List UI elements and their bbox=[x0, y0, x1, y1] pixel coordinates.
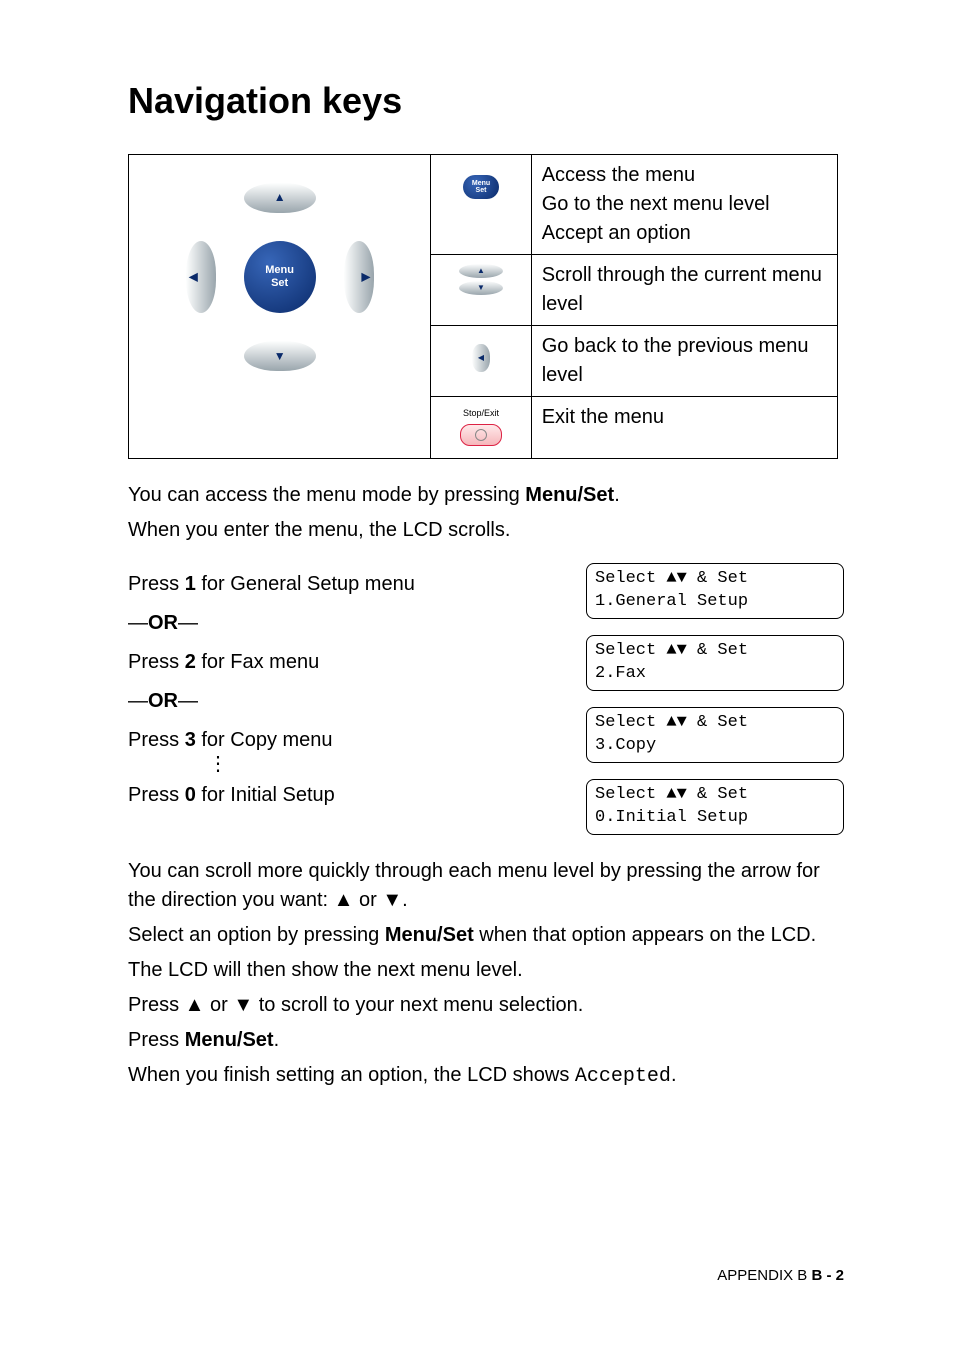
left-description: Go back to the previous menu level bbox=[531, 326, 837, 397]
left-mini-icon: ◀ bbox=[431, 326, 531, 397]
instructions-block: You can scroll more quickly through each… bbox=[128, 857, 844, 1091]
text: Press bbox=[128, 729, 185, 751]
page-number: B - 2 bbox=[811, 1267, 844, 1284]
mini-menu-line1: Menu bbox=[472, 180, 490, 187]
down-button-icon: ▼ bbox=[244, 341, 316, 371]
text: You can scroll more quickly through each… bbox=[128, 857, 844, 915]
page-footer: APPENDIX B B - 2 bbox=[717, 1267, 844, 1284]
text: . bbox=[274, 1029, 280, 1051]
text-bold: 1 bbox=[185, 573, 196, 595]
text-bold: 0 bbox=[185, 784, 196, 806]
lcd-display: Select ▲▼ & Set 2.Fax bbox=[586, 635, 844, 691]
text: When you enter the menu, the LCD scrolls… bbox=[128, 516, 844, 545]
text: Press bbox=[128, 784, 185, 806]
lcd-display: Select ▲▼ & Set 3.Copy bbox=[586, 707, 844, 763]
stop-exit-label: Stop/Exit bbox=[441, 407, 520, 420]
text: Select an option by pressing bbox=[128, 924, 385, 946]
text: for Copy menu bbox=[196, 729, 333, 751]
text-bold: Menu/Set bbox=[525, 484, 614, 506]
lcd-display: Select ▲▼ & Set 1.General Setup bbox=[586, 563, 844, 619]
navigation-table: ▲ ▼ ◀ ▶ Menu Set Menu Set Access the men… bbox=[128, 154, 838, 459]
text: . bbox=[671, 1064, 677, 1086]
lcd-display: Select ▲▼ & Set 0.Initial Setup bbox=[586, 779, 844, 835]
or-text: OR bbox=[148, 612, 178, 634]
desc-line: Go to the next menu level bbox=[542, 190, 827, 219]
text: when that option appears on the LCD. bbox=[474, 924, 816, 946]
text: Press bbox=[128, 651, 185, 673]
menu-set-mini-icon: Menu Set bbox=[431, 155, 531, 255]
left-button-icon: ◀ bbox=[186, 241, 216, 313]
vertical-dots-icon: ⋮ bbox=[128, 758, 258, 778]
mini-menu-line2: Set bbox=[476, 187, 487, 194]
intro-paragraph: You can access the menu mode by pressing… bbox=[128, 481, 844, 545]
text: for Fax menu bbox=[196, 651, 319, 673]
text: . bbox=[614, 484, 620, 506]
text-bold: Menu/Set bbox=[185, 1029, 274, 1051]
dpad-image-cell: ▲ ▼ ◀ ▶ Menu Set bbox=[129, 155, 431, 459]
text: Press bbox=[128, 573, 185, 595]
desc-line: Access the menu bbox=[542, 161, 827, 190]
text: Press ▲ or ▼ to scroll to your next menu… bbox=[128, 991, 844, 1020]
press-list: Press 1 for General Setup menu —OR— Pres… bbox=[128, 567, 556, 813]
text-bold: 3 bbox=[185, 729, 196, 751]
text: Press bbox=[128, 1029, 185, 1051]
up-down-description: Scroll through the current menu level bbox=[531, 255, 837, 326]
stop-exit-mini-icon: Stop/Exit bbox=[431, 397, 531, 459]
desc-line: Accept an option bbox=[542, 219, 827, 248]
menu-set-description: Access the menu Go to the next menu leve… bbox=[531, 155, 837, 255]
text: for General Setup menu bbox=[196, 573, 415, 595]
up-button-icon: ▲ bbox=[244, 183, 316, 213]
stop-exit-button-icon bbox=[460, 424, 502, 446]
menu-set-button-icon: Menu Set bbox=[244, 241, 316, 313]
text: The LCD will then show the next menu lev… bbox=[128, 956, 844, 985]
right-button-icon: ▶ bbox=[344, 241, 374, 313]
lcd-column: Select ▲▼ & Set 1.General Setup Select ▲… bbox=[586, 563, 844, 835]
text-bold: Menu/Set bbox=[385, 924, 474, 946]
or-text: OR bbox=[148, 690, 178, 712]
dpad-illustration: ▲ ▼ ◀ ▶ Menu Set bbox=[190, 187, 370, 367]
text: You can access the menu mode by pressing bbox=[128, 484, 525, 506]
menu-label: Menu bbox=[265, 264, 294, 277]
up-down-mini-icon: ▲ ▼ bbox=[431, 255, 531, 326]
stop-exit-description: Exit the menu bbox=[531, 397, 837, 459]
set-label: Set bbox=[271, 277, 288, 290]
page-title: Navigation keys bbox=[128, 80, 844, 122]
text-bold: 2 bbox=[185, 651, 196, 673]
text: for Initial Setup bbox=[196, 784, 335, 806]
text: When you finish setting an option, the L… bbox=[128, 1064, 575, 1086]
accepted-mono: Accepted bbox=[575, 1065, 671, 1088]
footer-text: APPENDIX B bbox=[717, 1267, 811, 1284]
